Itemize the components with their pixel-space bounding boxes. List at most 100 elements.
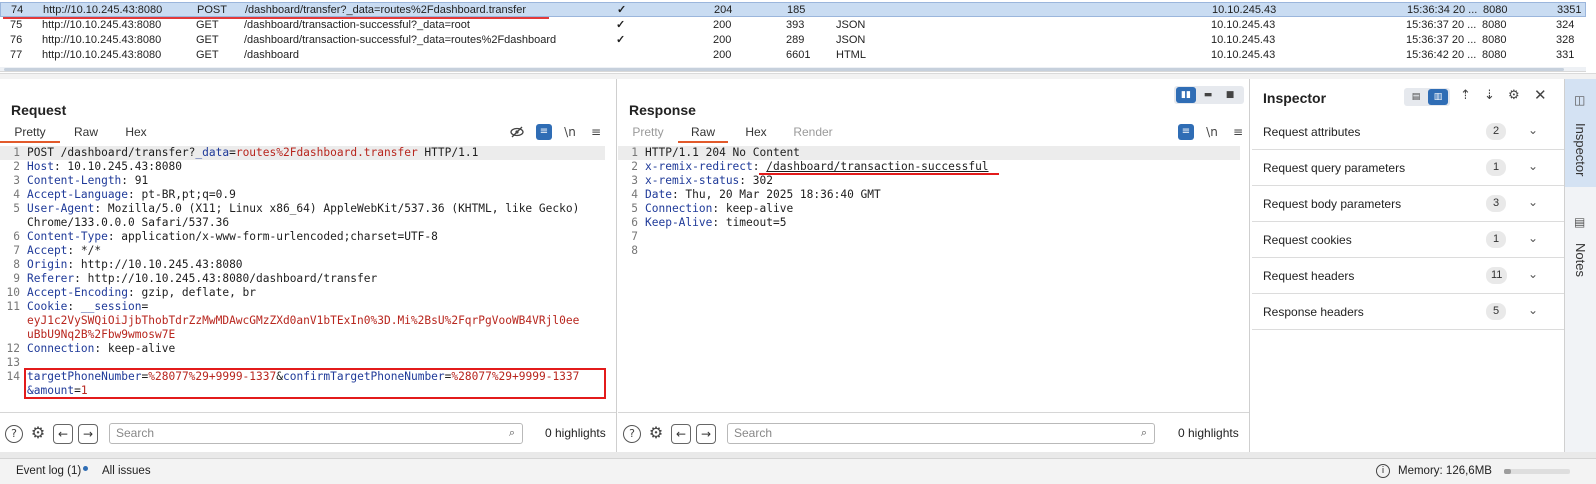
tab-pretty[interactable]: Pretty — [0, 121, 60, 143]
request-title: Request — [11, 102, 67, 118]
row-time: 15:36:42 20 ... — [1406, 49, 1476, 61]
close-icon[interactable]: ✕ — [1534, 86, 1547, 104]
eye-slash-icon[interactable] — [509, 124, 525, 140]
memory-usage-bar — [1504, 469, 1570, 474]
header-value: : keep-alive — [94, 342, 176, 355]
arrow-left-icon[interactable]: ← — [671, 424, 691, 444]
history-row[interactable]: 77 http://10.10.245.43:8080 GET /dashboa… — [0, 48, 1586, 63]
event-log-link[interactable]: Event log (1) — [16, 465, 89, 477]
chevron-down-icon[interactable]: ⌄ — [1528, 159, 1538, 173]
inspector-section-response-headers[interactable]: Response headers 5 ⌄ — [1252, 294, 1564, 330]
collapse-all-icon[interactable]: ⇡ — [1460, 88, 1471, 103]
side-tab-notes[interactable]: ▤ Notes — [1565, 209, 1596, 289]
inspector-section-cookies[interactable]: Request cookies 1 ⌄ — [1252, 222, 1564, 258]
inspector-section-body-parameters[interactable]: Request body parameters 3 ⌄ — [1252, 186, 1564, 222]
history-row[interactable]: 76 http://10.10.245.43:8080 GET /dashboa… — [0, 33, 1586, 48]
arrow-right-icon[interactable]: → — [78, 424, 98, 444]
header-value: : keep-alive — [712, 202, 794, 215]
gear-icon[interactable]: ⚙ — [1508, 88, 1520, 103]
line-number: 5 — [631, 202, 638, 215]
line-number: 14 — [6, 370, 20, 383]
history-scrollbar[interactable] — [0, 67, 1586, 71]
all-issues-link[interactable]: All issues — [102, 465, 151, 477]
gear-icon[interactable]: ⚙ — [29, 425, 47, 443]
event-log-label: Event log (1) — [16, 465, 82, 477]
header-value: : 91 — [121, 174, 149, 187]
row-url: /dashboard/transaction-successful?_data=… — [244, 34, 557, 46]
search-input[interactable]: Search — [727, 423, 1155, 444]
search-icon[interactable]: ⌕ — [1137, 426, 1151, 440]
row-length: 393 — [786, 19, 805, 31]
row-port: 8080 — [1483, 4, 1508, 16]
inspector-section-request-headers[interactable]: Request headers 11 ⌄ — [1252, 258, 1564, 294]
wrap-icon[interactable]: ≡ — [1178, 124, 1194, 140]
expand-all-icon[interactable]: ⇣ — [1484, 88, 1495, 103]
history-row[interactable]: 75 http://10.10.245.43:8080 GET /dashboa… — [0, 18, 1586, 33]
arrow-right-icon[interactable]: → — [696, 424, 716, 444]
arrow-left-icon[interactable]: ← — [53, 424, 73, 444]
info-icon[interactable]: i — [1376, 464, 1390, 478]
response-pane: ▮▮ ▬ ■ Response Pretty Raw Hex Render ≡ … — [618, 79, 1250, 452]
line-number: 11 — [6, 300, 20, 313]
row-host: http://10.10.245.43:8080 — [42, 19, 162, 31]
header-value: : timeout=5 — [712, 216, 787, 229]
row-length: 289 — [786, 34, 805, 46]
line-number: 3 — [631, 174, 638, 187]
row-edited-check: ✓ — [616, 19, 626, 31]
wrap-icon[interactable]: ≡ — [536, 124, 552, 140]
menu-icon[interactable]: ≡ — [1230, 124, 1246, 140]
side-tab-strip: ◫ Inspector ▤ Notes — [1564, 79, 1596, 452]
separator: : — [752, 160, 767, 173]
chevron-down-icon[interactable]: ⌄ — [1528, 231, 1538, 245]
row-number: 76 — [10, 34, 23, 46]
row-url: /dashboard/transfer?_data=routes%2Fdashb… — [245, 4, 526, 16]
row-ip: 10.10.245.43 — [1211, 19, 1276, 31]
redirect-value: /dashboard/transaction-successful — [766, 160, 989, 173]
newline-toggle[interactable]: \n — [562, 124, 578, 140]
tab-hex[interactable]: Hex — [116, 121, 156, 143]
layout-stacked-icon[interactable]: ▬ — [1198, 87, 1218, 103]
menu-icon[interactable]: ≡ — [588, 124, 604, 140]
header-key: User-Agent — [27, 202, 95, 215]
newline-toggle[interactable]: \n — [1204, 124, 1220, 140]
line-number: 1 — [631, 146, 638, 159]
search-input[interactable]: Search — [109, 423, 523, 444]
row-id: 331 — [1556, 49, 1575, 61]
header-key: Content-Type — [27, 230, 108, 243]
section-label: Response headers — [1263, 305, 1364, 319]
scrollbar-thumb[interactable] — [4, 68, 1564, 71]
chevron-down-icon[interactable]: ⌄ — [1528, 195, 1538, 209]
help-icon[interactable]: ? — [5, 425, 23, 443]
line-number: 2 — [631, 160, 638, 173]
line-number: 8 — [13, 258, 20, 271]
tab-pretty[interactable]: Pretty — [618, 121, 678, 143]
chevron-down-icon[interactable]: ⌄ — [1528, 123, 1538, 137]
tab-raw[interactable]: Raw — [678, 121, 728, 143]
inspector-section-request-attributes[interactable]: Request attributes 2 ⌄ — [1252, 114, 1564, 150]
history-row[interactable]: 74 http://10.10.245.43:8080 POST /dashbo… — [0, 2, 1586, 17]
line-text: Cookie: __session= — [27, 300, 148, 314]
side-tab-inspector[interactable]: ◫ Inspector — [1565, 79, 1596, 187]
tab-raw[interactable]: Raw — [66, 121, 106, 143]
layout-single-icon[interactable]: ■ — [1220, 87, 1240, 103]
layout-list-icon[interactable]: ▤ — [1406, 89, 1426, 105]
layout-split-icon[interactable]: ▮▮ — [1176, 87, 1196, 103]
inspector-section-query-parameters[interactable]: Request query parameters 1 ⌄ — [1252, 150, 1564, 186]
tab-render[interactable]: Render — [788, 121, 838, 143]
layout-split-icon[interactable]: ▥ — [1428, 89, 1448, 105]
notification-dot — [83, 466, 89, 471]
header-key: Accept — [27, 244, 68, 257]
header-value-continued: Chrome/133.0.0.0 Safari/537.36 — [27, 216, 230, 229]
header-key: Accept-Encoding — [27, 286, 129, 299]
separator: : — [67, 300, 81, 313]
tab-hex[interactable]: Hex — [736, 121, 776, 143]
chevron-down-icon[interactable]: ⌄ — [1528, 267, 1538, 281]
gear-icon[interactable]: ⚙ — [647, 425, 665, 443]
row-status: 204 — [714, 4, 733, 16]
help-icon[interactable]: ? — [623, 425, 641, 443]
chevron-down-icon[interactable]: ⌄ — [1528, 303, 1538, 317]
header-value: : Thu, 20 Mar 2025 18:36:40 GMT — [671, 188, 881, 201]
editor-line: 1 POST /dashboard/transfer?_data=routes%… — [0, 146, 605, 160]
search-icon[interactable]: ⌕ — [505, 426, 519, 440]
line-text: Accept-Encoding: gzip, deflate, br — [27, 286, 256, 300]
